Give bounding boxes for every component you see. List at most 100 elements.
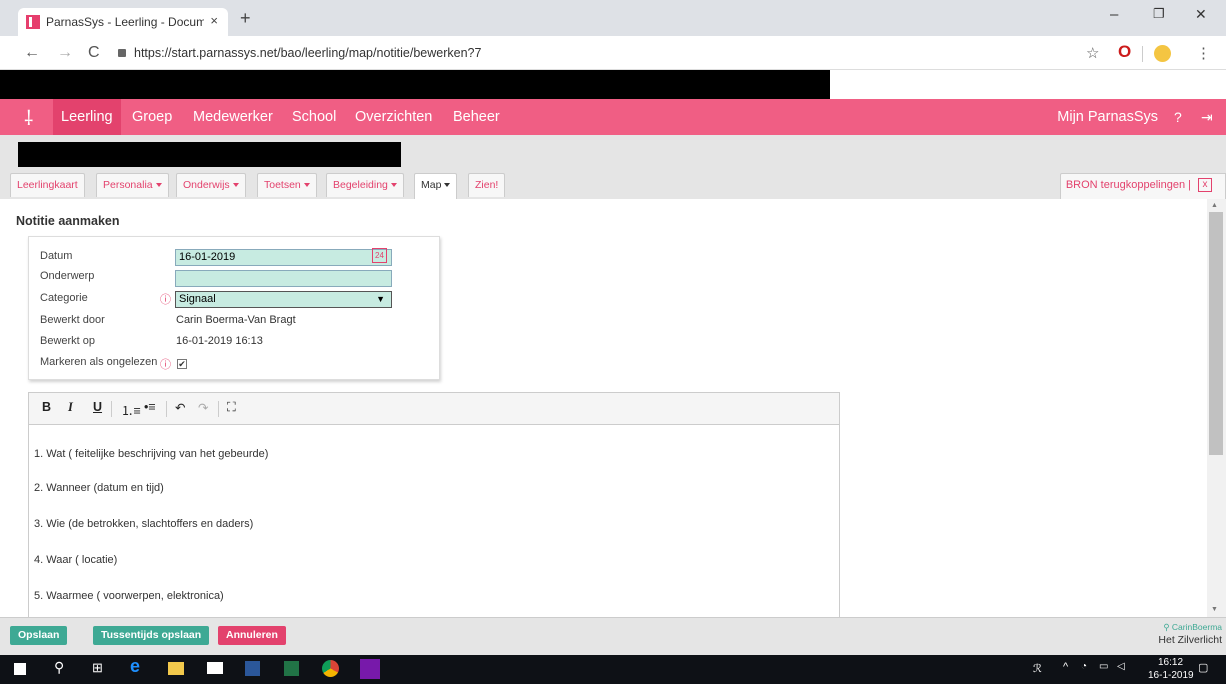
editor-line[interactable]: 4. Waar ( locatie) [34, 554, 117, 566]
user-icon: ⚲ [1163, 622, 1172, 632]
editor-line[interactable]: 1. Wat ( feitelijke beschrijving van het… [34, 448, 268, 460]
profile-avatar-icon[interactable] [1154, 45, 1171, 62]
tab-toetsen-label: Toetsen [264, 179, 301, 191]
chevron-down-icon [155, 183, 162, 188]
nav-item-groep[interactable]: Groep [124, 99, 180, 135]
tab-zien[interactable]: Zien! [468, 173, 506, 197]
categorie-selected-value: Signaal [179, 293, 216, 305]
chrome-icon[interactable] [322, 660, 339, 677]
battery-icon[interactable]: ▭ [1099, 661, 1108, 672]
browser-tab-title: ParnasSys - Leerling - Documenta [46, 15, 204, 29]
ordered-list-icon[interactable]: ⒈≡ [121, 400, 141, 419]
tab-leerlingkaart[interactable]: Leerlingkaart [10, 173, 85, 197]
tab-begeleiding[interactable]: Begeleiding [326, 173, 404, 197]
nav-item-school[interactable]: School [284, 99, 344, 135]
tab-map-label: Map [421, 179, 442, 191]
star-icon[interactable]: ☆ [1086, 44, 1099, 62]
markeren-info-icon[interactable]: ⓘ [160, 356, 171, 372]
forward-arrow-icon[interactable]: → [57, 44, 73, 62]
windows-start-icon[interactable] [14, 663, 26, 675]
opslaan-button[interactable]: Opslaan [10, 626, 68, 645]
page-title: Notitie aanmaken [16, 214, 120, 228]
categorie-label: Categorie [40, 292, 88, 304]
task-view-icon[interactable]: ⊞ [92, 660, 103, 676]
people-icon[interactable]: ℛ [1033, 662, 1042, 675]
bron-close-icon[interactable]: x [1198, 178, 1212, 192]
bron-terugkoppelingen-link[interactable]: BRON terugkoppelingen | [1066, 179, 1191, 191]
edge-icon[interactable]: e [130, 656, 140, 677]
onderwerp-field[interactable] [175, 270, 392, 287]
dropdown-arrow-icon: ▼ [376, 294, 385, 304]
underline-button[interactable]: U [93, 400, 102, 414]
volume-icon[interactable]: ◁ [1117, 661, 1125, 672]
help-icon[interactable]: ? [1174, 99, 1182, 135]
tray-chevron-icon[interactable]: ^ [1063, 661, 1068, 673]
user-name-text: CarinBoerma [1171, 622, 1222, 632]
rich-text-editor [28, 392, 840, 618]
url-text: https://start.parnassys.net/bao/leerling… [134, 46, 482, 60]
scroll-down-icon[interactable]: ▼ [1211, 606, 1218, 613]
editor-line[interactable]: 5. Waarmee ( voorwerpen, elektronica) [34, 590, 224, 602]
tussentijds-opslaan-button[interactable]: Tussentijds opslaan [93, 626, 210, 645]
taskbar-date: 16-1-2019 [1148, 670, 1194, 681]
search-icon[interactable]: ⚲ [54, 659, 64, 676]
nav-item-medewerker[interactable]: Medewerker [185, 99, 281, 135]
bewerkt-op-label: Bewerkt op [40, 335, 96, 347]
tab-map[interactable]: Map [414, 173, 458, 199]
toolbar-divider [1142, 46, 1143, 62]
tab-onderwijs-label: Onderwijs [183, 179, 230, 191]
notification-icon[interactable]: ▢ [1198, 661, 1208, 674]
chevron-down-icon [390, 183, 397, 188]
italic-button[interactable]: I [68, 400, 73, 415]
onenote-icon[interactable] [360, 659, 380, 679]
taskbar-time: 16:12 [1158, 657, 1184, 668]
bullet-list-icon[interactable]: •≡ [144, 400, 156, 414]
word-icon[interactable] [245, 661, 260, 676]
window-minimize-button[interactable]: – [1110, 6, 1118, 23]
redacted-student-name [18, 142, 401, 167]
url-field[interactable]: https://start.parnassys.net/bao/leerling… [118, 46, 481, 60]
wifi-icon[interactable]: ◔ [1081, 661, 1087, 672]
fullscreen-icon[interactable]: ⛶ [227, 400, 236, 415]
window-close-button[interactable]: ✕ [1195, 6, 1207, 23]
scroll-up-icon[interactable]: ▲ [1211, 202, 1218, 209]
annuleren-button[interactable]: Annuleren [218, 626, 286, 645]
categorie-select[interactable]: Signaal ▼ [175, 291, 392, 308]
browser-tab[interactable]: ParnasSys - Leerling - Documenta × [18, 8, 228, 36]
tab-close-icon[interactable]: × [210, 13, 218, 28]
tab-personalia[interactable]: Personalia [96, 173, 169, 197]
mijn-parnassys-link[interactable]: Mijn ParnasSys [1057, 99, 1158, 135]
nav-item-leerling[interactable]: Leerling [53, 99, 121, 135]
bewerkt-door-label: Bewerkt door [40, 314, 105, 326]
datum-field[interactable]: 16-01-2019 [175, 249, 392, 266]
excel-icon[interactable] [284, 661, 299, 676]
mail-icon[interactable] [207, 662, 223, 674]
bold-button[interactable]: B [42, 400, 51, 414]
categorie-info-icon[interactable]: ⓘ [160, 291, 171, 307]
undo-icon[interactable]: ↶ [175, 400, 185, 415]
tab-begeleiding-label: Begeleiding [333, 179, 388, 191]
reload-icon[interactable]: C [88, 44, 100, 62]
new-tab-button[interactable]: + [240, 8, 251, 29]
logout-icon[interactable]: ⇥ [1201, 99, 1213, 135]
parnassys-favicon-icon [26, 15, 40, 29]
window-restore-button[interactable]: ❐ [1153, 6, 1165, 22]
parnassys-logo-icon[interactable]: ⸸ [24, 104, 33, 131]
menu-kebab-icon[interactable]: ⋮ [1196, 44, 1211, 62]
school-name: Het Zilverlicht [1158, 634, 1222, 646]
calendar-icon[interactable]: 24 [372, 248, 387, 263]
editor-line[interactable]: 2. Wanneer (datum en tijd) [34, 482, 164, 494]
nav-item-overzichten[interactable]: Overzichten [347, 99, 440, 135]
markeren-checkbox[interactable]: ✔ [177, 359, 187, 369]
file-explorer-icon[interactable] [168, 662, 184, 675]
nav-item-beheer[interactable]: Beheer [445, 99, 508, 135]
user-name[interactable]: ⚲ CarinBoerma [1163, 622, 1222, 633]
scrollbar-thumb[interactable] [1209, 212, 1223, 455]
editor-line[interactable]: 3. Wie (de betrokken, slachtoffers en da… [34, 518, 253, 530]
back-arrow-icon[interactable]: ← [24, 44, 40, 62]
redo-icon[interactable]: ↷ [198, 400, 208, 415]
chevron-down-icon [444, 183, 451, 188]
tab-onderwijs[interactable]: Onderwijs [176, 173, 246, 197]
tab-toetsen[interactable]: Toetsen [257, 173, 317, 197]
opera-icon[interactable]: O [1118, 42, 1131, 62]
